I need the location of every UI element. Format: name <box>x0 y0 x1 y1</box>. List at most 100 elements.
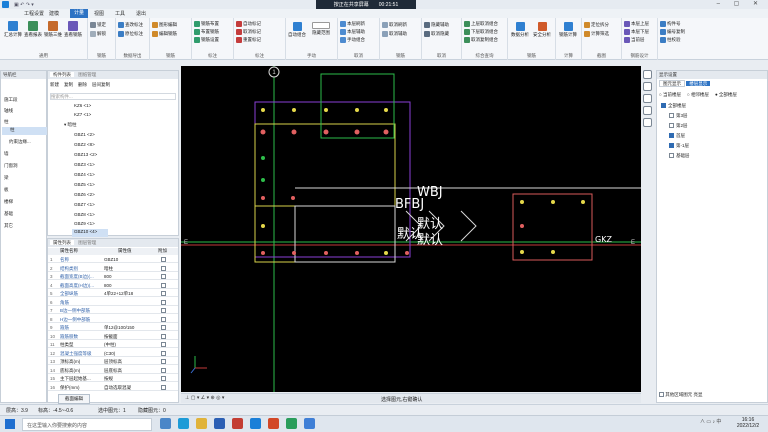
current-floor-button[interactable]: 当前层 <box>624 37 645 43</box>
property-value[interactable]: 层底标高 <box>104 368 122 374</box>
property-extra-checkbox[interactable] <box>161 308 166 313</box>
list-item[interactable]: GBZ8 <1> <box>74 212 95 217</box>
property-value[interactable]: (中柱) <box>104 342 116 348</box>
list-item[interactable]: GBZ6 <2> <box>74 192 95 197</box>
nav-item-beam[interactable]: 梁 <box>4 175 9 181</box>
floor-tree-item[interactable]: 首层 <box>669 133 685 139</box>
word-icon[interactable] <box>214 418 225 429</box>
property-row[interactable]: 5 全部纵筋 4单22+12单18 <box>48 290 178 297</box>
fit-icon[interactable] <box>643 118 652 127</box>
property-extra-checkbox[interactable] <box>161 299 166 305</box>
rebar-settings-button[interactable]: 钢筋设置 <box>194 37 219 43</box>
new-button[interactable]: 新建 <box>50 82 59 88</box>
search-input[interactable]: 搜索构件... <box>50 93 176 100</box>
floor-tree-item[interactable]: 全部楼层 <box>661 103 686 109</box>
list-group-header[interactable]: ▾ 暗柱 <box>64 122 77 128</box>
hide-assist-button[interactable]: 隐藏辅助 <box>424 22 449 28</box>
property-value[interactable]: (C30) <box>104 351 115 356</box>
view-report-button[interactable]: 查看报表 <box>24 21 42 38</box>
menu-project-settings[interactable]: 工程设置 <box>24 10 44 17</box>
locate-split-button[interactable]: 定位拆分 <box>584 22 609 28</box>
property-extra-checkbox[interactable] <box>161 333 166 339</box>
highlight-checkbox[interactable] <box>659 392 664 398</box>
property-row[interactable]: 14 底标高(m) 层底标高 <box>48 367 178 374</box>
tab-properties[interactable]: 属性列表 <box>50 240 74 245</box>
tab-element-display[interactable]: 图元显示 <box>659 80 685 87</box>
floor-lower-button[interactable]: 本层下层 <box>624 29 649 35</box>
nav-item-column-group[interactable]: 柱 <box>4 119 9 125</box>
column-check-button[interactable]: 柱校验 <box>660 37 681 43</box>
property-value[interactable]: 800 <box>104 283 112 288</box>
property-row[interactable]: 7 B边一侧中部筋 <box>48 307 178 314</box>
nav-item-door-window[interactable]: 门窗洞 <box>4 163 18 169</box>
property-row[interactable]: 9 箍筋 单12@100/150 <box>48 324 178 331</box>
property-value[interactable]: 自动选取混凝 <box>104 385 131 391</box>
nav-item-construction-section[interactable]: 施工段 <box>4 97 18 103</box>
data-analysis-button[interactable]: 数据分析 <box>511 22 529 38</box>
menu-calculation[interactable]: 计量 <box>70 9 88 18</box>
cancel-refresh-button[interactable]: 取消刷新 <box>382 22 407 28</box>
app-icon[interactable] <box>232 418 243 429</box>
property-row[interactable]: 3 截面宽度(B边)(... 800 <box>48 273 178 280</box>
edge-browser-icon[interactable] <box>178 418 189 429</box>
inplace-annotation-button[interactable]: 原位标注 <box>118 31 143 37</box>
quick-access-icons[interactable]: ▣ ↶ ↷ ▾ <box>14 2 34 8</box>
property-value[interactable]: 800 <box>104 274 112 279</box>
highlight-other-option[interactable]: 其他区域图元 亮显 <box>659 392 703 398</box>
floor-checkbox[interactable] <box>669 123 674 129</box>
graphic-edit-button[interactable]: 图形编辑 <box>152 22 177 28</box>
drawing-canvas[interactable]: 1 E E WBJ BFBJ 默认 默认 默认 GKZ <box>181 66 641 392</box>
property-row[interactable]: 15 主下层起始基... 按规 <box>48 375 178 382</box>
radio-adjacent-floor[interactable]: ○ 相邻楼层 <box>687 92 709 98</box>
floor-checkbox[interactable] <box>661 103 666 109</box>
property-row[interactable]: 6 角筋 <box>48 299 178 306</box>
section-edit-button[interactable]: 截面编辑 <box>58 394 90 404</box>
property-extra-checkbox[interactable] <box>161 316 166 322</box>
property-value[interactable]: 按截面 <box>104 334 118 340</box>
auto-mark-button[interactable]: 自动标记 <box>236 21 261 27</box>
list-item[interactable]: GBZ5 <1> <box>74 182 95 187</box>
property-value[interactable]: 层顶标高 <box>104 359 122 365</box>
upper-cancel-button[interactable]: 上层取消组合 <box>464 21 498 27</box>
taskbar-search-input[interactable]: 在这里输入你要搜索的内容 <box>22 418 152 431</box>
property-extra-checkbox[interactable] <box>161 291 166 296</box>
powerpoint-icon[interactable] <box>268 418 279 429</box>
property-extra-checkbox[interactable] <box>161 265 166 271</box>
nav-item-other[interactable]: 其它 <box>4 223 13 229</box>
meeting-icon[interactable] <box>304 418 315 429</box>
unlock-button[interactable]: 解锁 <box>90 31 106 37</box>
wechat-icon[interactable] <box>286 418 297 429</box>
list-item[interactable]: GBZ1 <2> <box>74 132 95 137</box>
snap-tools-icons[interactable]: ⊥ ▢ ▾ ∠ ▾ ⊕ ◎ ▾ <box>185 395 224 401</box>
property-value[interactable]: GBZ10 <box>104 257 118 262</box>
menu-exit[interactable]: 退出 <box>136 10 146 17</box>
list-item-selected[interactable]: GBZ10 <4> <box>72 229 108 237</box>
floor-tree-item[interactable]: 第-1层 <box>669 143 689 149</box>
menu-tools[interactable]: 工具 <box>115 10 125 17</box>
tab-component-list[interactable]: 构件列表 <box>50 72 74 77</box>
tab-drawing-manage[interactable]: 图纸管理 <box>75 72 99 77</box>
floor-upper-button[interactable]: 本层上层 <box>624 21 649 27</box>
tab-layers[interactable]: 图层管理 <box>75 240 99 245</box>
tray-icons[interactable]: ∧ ▭ ♪ 中 <box>700 418 721 425</box>
pan-icon[interactable] <box>643 94 652 103</box>
cancel-assist-button[interactable]: 取消辅助 <box>382 31 407 37</box>
zoom-icon[interactable] <box>643 82 652 91</box>
property-row[interactable]: 8 H边一侧中部筋 <box>48 316 178 323</box>
list-item[interactable]: GBZ2 <8> <box>74 142 95 147</box>
component-number-button[interactable]: 构件号 <box>660 21 681 27</box>
nav-item-axis[interactable]: 轴线 <box>4 108 13 114</box>
cad-drawing[interactable]: 1 E E WBJ BFBJ 默认 默认 默认 GKZ <box>181 66 641 392</box>
lock-button[interactable]: 锁定 <box>90 22 106 28</box>
screen-share-banner[interactable]: 按正在共享屏幕 00:21:51 <box>316 0 416 9</box>
nav-item-wall[interactable]: 墙 <box>4 151 9 157</box>
list-item[interactable]: KZ7 <1> <box>74 112 91 117</box>
floor-tree-item[interactable]: 第2层 <box>669 123 688 129</box>
property-extra-checkbox[interactable] <box>161 282 166 288</box>
list-item[interactable]: KZ6 <1> <box>74 103 91 108</box>
summary-calc-button[interactable]: 汇总计算 <box>4 21 22 38</box>
list-item[interactable]: GBZ3 <1> <box>74 162 95 167</box>
nav-item-stairs[interactable]: 楼梯 <box>4 199 13 205</box>
floor-checkbox[interactable] <box>669 143 674 149</box>
glodon-app-icon[interactable] <box>250 418 261 429</box>
